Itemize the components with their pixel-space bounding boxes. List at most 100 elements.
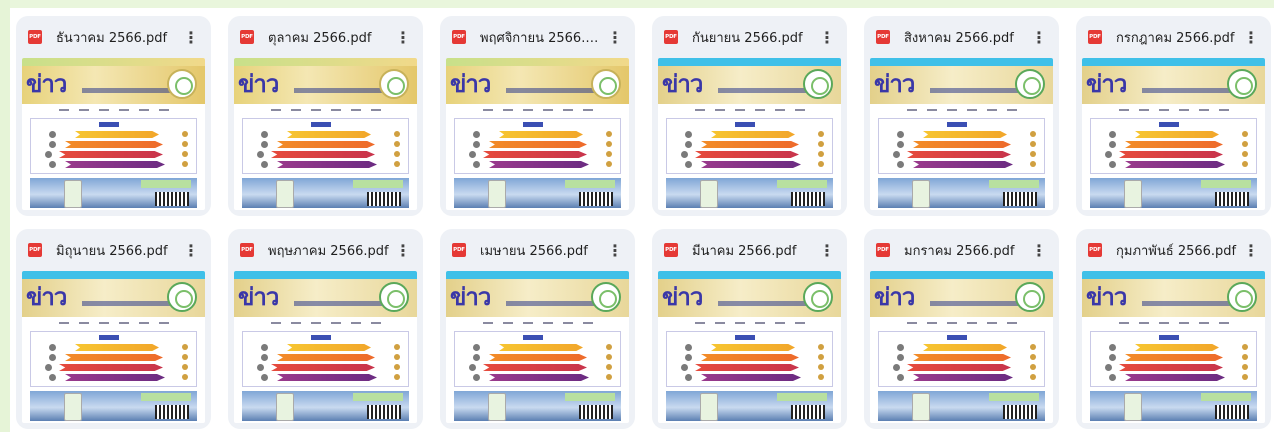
- thumbnail-headline: ข่าว: [26, 70, 67, 98]
- file-thumbnail[interactable]: ข่าว: [446, 58, 629, 210]
- phone-icon: [1124, 393, 1142, 421]
- pdf-icon: PDF: [876, 243, 890, 257]
- file-name[interactable]: กันยายน 2566.pdf: [692, 27, 817, 48]
- thumbnail-banner: ข่าว: [22, 66, 205, 104]
- thumbnail-contents-box: [454, 331, 621, 387]
- file-thumbnail[interactable]: ข่าว: [446, 271, 629, 423]
- seal-icon: [591, 69, 621, 99]
- seal-icon: [379, 282, 409, 312]
- phone-icon: [700, 393, 718, 421]
- more-options-icon[interactable]: ⋮: [393, 238, 413, 262]
- thumbnail-headline: ข่าว: [238, 70, 279, 98]
- thumbnail-headline: ข่าว: [874, 70, 915, 98]
- file-name[interactable]: ตุลาคม 2566.pdf: [268, 27, 393, 48]
- thumbnail-subtitle-bar: [718, 301, 808, 306]
- file-card[interactable]: PDF กันยายน 2566.pdf ⋮ ข่าว: [652, 16, 847, 216]
- qr-code-icon: [155, 192, 189, 206]
- file-card[interactable]: PDF เมษายน 2566.pdf ⋮ ข่าว: [440, 229, 635, 429]
- file-thumbnail[interactable]: ข่าว: [234, 271, 417, 423]
- thumbnail-banner: ข่าว: [1082, 66, 1265, 104]
- more-options-icon[interactable]: ⋮: [817, 238, 837, 262]
- file-name[interactable]: มีนาคม 2566.pdf: [692, 240, 817, 261]
- thumbnail-top-band: [22, 58, 205, 66]
- file-thumbnail[interactable]: ข่าว: [1082, 58, 1265, 210]
- thumbnail-banner: ข่าว: [446, 279, 629, 317]
- more-options-icon[interactable]: ⋮: [1241, 25, 1261, 49]
- thumbnail-top-band: [870, 58, 1053, 66]
- seal-icon: [379, 69, 409, 99]
- thumbnail-banner: ข่าว: [870, 66, 1053, 104]
- file-card[interactable]: PDF ธันวาคม 2566.pdf ⋮ ข่าว: [16, 16, 211, 216]
- file-card[interactable]: PDF กรกฎาคม 2566.pdf ⋮ ข่าว: [1076, 16, 1271, 216]
- qr-code-icon: [367, 192, 401, 206]
- more-options-icon[interactable]: ⋮: [1029, 25, 1049, 49]
- more-options-icon[interactable]: ⋮: [393, 25, 413, 49]
- thumbnail-banner: ข่าว: [658, 279, 841, 317]
- thumbnail-subtitle-bar: [930, 301, 1020, 306]
- file-name[interactable]: ธันวาคม 2566.pdf: [56, 27, 181, 48]
- file-name[interactable]: พฤศจิกายน 2566.pdf: [480, 27, 605, 48]
- thumbnail-info-line: [1082, 317, 1265, 329]
- thumbnail-info-line: [1082, 104, 1265, 116]
- qr-code-icon: [155, 405, 189, 419]
- file-name[interactable]: กุมภาพันธ์ 2566.pdf: [1116, 240, 1241, 261]
- file-card[interactable]: PDF มิถุนายน 2566.pdf ⋮ ข่าว: [16, 229, 211, 429]
- file-name[interactable]: กรกฎาคม 2566.pdf: [1116, 27, 1241, 48]
- file-card[interactable]: PDF พฤษภาคม 2566.pdf ⋮ ข่าว: [228, 229, 423, 429]
- file-name[interactable]: สิงหาคม 2566.pdf: [904, 27, 1029, 48]
- thumbnail-contents-box: [878, 118, 1045, 174]
- more-options-icon[interactable]: ⋮: [1241, 238, 1261, 262]
- thumbnail-banner: ข่าว: [1082, 279, 1265, 317]
- thumbnail-banner: ข่าว: [234, 279, 417, 317]
- more-options-icon[interactable]: ⋮: [181, 238, 201, 262]
- pdf-icon: PDF: [452, 30, 466, 44]
- file-thumbnail[interactable]: ข่าว: [1082, 271, 1265, 423]
- qr-code-icon: [1003, 192, 1037, 206]
- thumbnail-banner: ข่าว: [658, 66, 841, 104]
- qr-code-icon: [1215, 405, 1249, 419]
- qr-code-icon: [579, 192, 613, 206]
- file-thumbnail[interactable]: ข่าว: [658, 58, 841, 210]
- file-thumbnail[interactable]: ข่าว: [658, 271, 841, 423]
- thumbnail-subtitle-bar: [82, 301, 172, 306]
- file-card[interactable]: PDF ตุลาคม 2566.pdf ⋮ ข่าว: [228, 16, 423, 216]
- file-name[interactable]: พฤษภาคม 2566.pdf: [268, 240, 393, 261]
- file-thumbnail[interactable]: ข่าว: [234, 58, 417, 210]
- thumbnail-footer: [242, 178, 409, 208]
- phone-icon: [912, 180, 930, 208]
- file-thumbnail[interactable]: ข่าว: [870, 58, 1053, 210]
- thumbnail-contents-box: [30, 331, 197, 387]
- file-name[interactable]: มิถุนายน 2566.pdf: [56, 240, 181, 261]
- file-card[interactable]: PDF กุมภาพันธ์ 2566.pdf ⋮ ข่าว: [1076, 229, 1271, 429]
- more-options-icon[interactable]: ⋮: [817, 25, 837, 49]
- pdf-icon: PDF: [1088, 243, 1102, 257]
- file-thumbnail[interactable]: ข่าว: [870, 271, 1053, 423]
- file-card-header: PDF มิถุนายน 2566.pdf ⋮: [16, 229, 211, 271]
- file-name[interactable]: มกราคม 2566.pdf: [904, 240, 1029, 261]
- more-options-icon[interactable]: ⋮: [605, 238, 625, 262]
- file-card[interactable]: PDF มีนาคม 2566.pdf ⋮ ข่าว: [652, 229, 847, 429]
- qr-code-icon: [579, 405, 613, 419]
- file-thumbnail[interactable]: ข่าว: [22, 271, 205, 423]
- more-options-icon[interactable]: ⋮: [605, 25, 625, 49]
- seal-icon: [803, 282, 833, 312]
- file-card[interactable]: PDF พฤศจิกายน 2566.pdf ⋮ ข่าว: [440, 16, 635, 216]
- file-card-header: PDF สิงหาคม 2566.pdf ⋮: [864, 16, 1059, 58]
- thumbnail-top-band: [658, 271, 841, 279]
- thumbnail-subtitle-bar: [1142, 301, 1232, 306]
- seal-icon: [1227, 69, 1257, 99]
- thumbnail-footer: [454, 391, 621, 421]
- seal-icon: [803, 69, 833, 99]
- more-options-icon[interactable]: ⋮: [1029, 238, 1049, 262]
- qr-code-icon: [791, 405, 825, 419]
- file-card[interactable]: PDF สิงหาคม 2566.pdf ⋮ ข่าว: [864, 16, 1059, 216]
- file-card[interactable]: PDF มกราคม 2566.pdf ⋮ ข่าว: [864, 229, 1059, 429]
- thumbnail-info-line: [22, 104, 205, 116]
- thumbnail-subtitle-bar: [718, 88, 808, 93]
- seal-icon: [1015, 282, 1045, 312]
- more-options-icon[interactable]: ⋮: [181, 25, 201, 49]
- file-thumbnail[interactable]: ข่าว: [22, 58, 205, 210]
- phone-icon: [488, 180, 506, 208]
- file-name[interactable]: เมษายน 2566.pdf: [480, 240, 605, 261]
- thumbnail-info-line: [870, 104, 1053, 116]
